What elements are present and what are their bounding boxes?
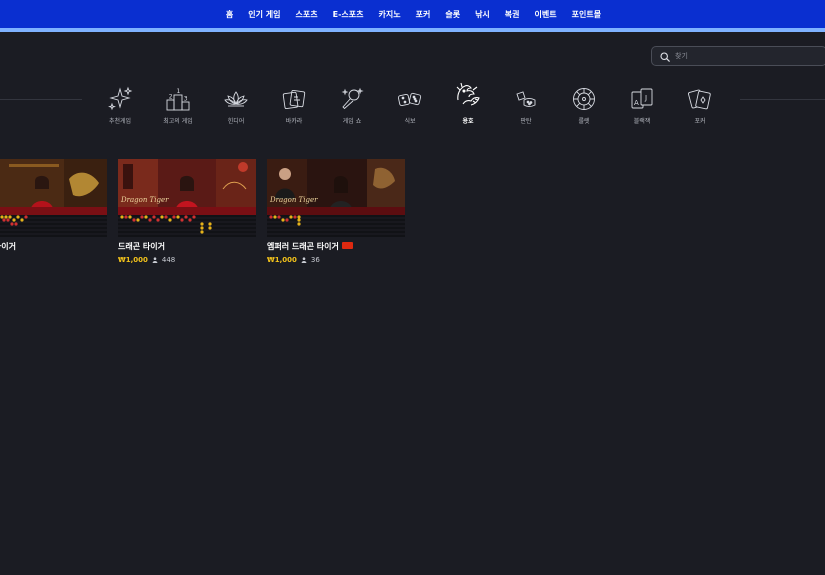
nav-slots[interactable]: 슬롯: [438, 9, 468, 20]
search-box[interactable]: [651, 46, 825, 66]
podium-icon: 1 2 3: [165, 86, 191, 112]
game-title: 엠퍼러 드래곤 타이거: [267, 241, 405, 252]
min-bet: ₩1,000: [267, 256, 297, 264]
nav-esports[interactable]: E-스포츠: [325, 9, 371, 20]
svg-text:A: A: [634, 99, 639, 107]
baccarat-icon: [281, 86, 307, 112]
category-label: 식보: [404, 118, 416, 125]
category-game-show[interactable]: 게임 쇼: [323, 80, 381, 128]
svg-text:3: 3: [184, 96, 188, 103]
category-dragon-tiger[interactable]: 용호: [439, 80, 497, 128]
category-label: 추천게임: [108, 118, 132, 125]
dragon-tiger-icon: [453, 80, 483, 110]
game-thumbnail: Dragon Tiger: [118, 159, 256, 237]
category-baccarat[interactable]: 바카라: [265, 80, 323, 128]
category-label: 판탄: [520, 118, 532, 125]
category-label: 힌디어: [227, 118, 245, 125]
player-count: 36: [310, 256, 320, 264]
sparkles-icon: [107, 86, 133, 112]
lotus-icon: [223, 86, 249, 112]
category-label: 룰렛: [578, 118, 590, 125]
nav-casino[interactable]: 카지노: [371, 9, 408, 20]
category-fantan[interactable]: 판탄: [497, 80, 555, 128]
china-flag-icon: [341, 242, 353, 249]
category-label: 포커: [694, 118, 706, 125]
user-icon: [301, 257, 307, 263]
player-count: 448: [161, 256, 176, 264]
category-bar: 추천게임 1 2 3 최고의 게임 힌디어 바카라 게임 쇼 식보 용호 판탄 …: [91, 80, 731, 128]
category-hindi[interactable]: 힌디어: [207, 80, 265, 128]
bead-road: [267, 215, 405, 237]
category-roulette[interactable]: 룰렛: [555, 80, 613, 128]
dice-icon: [397, 86, 423, 112]
svg-text:1: 1: [177, 88, 181, 95]
roulette-icon: [571, 86, 597, 112]
game-meta: ₩1,000 36: [267, 256, 405, 264]
fantan-icon: [513, 86, 539, 112]
nav-home[interactable]: 홈: [218, 9, 240, 20]
category-label: 블랙잭: [633, 118, 651, 125]
user-icon: [152, 257, 158, 263]
game-card-emperor-dragon-tiger[interactable]: Dragon Tiger 엠퍼러 드래곤 타이거 ₩1,000 36: [267, 159, 405, 264]
nav-poker[interactable]: 포커: [408, 9, 438, 20]
category-label: 용호: [462, 118, 474, 125]
nav-sports[interactable]: 스포츠: [288, 9, 325, 20]
poker-icon: [687, 86, 713, 112]
nav-popular-games[interactable]: 인기 게임: [241, 9, 288, 20]
svg-text:J: J: [644, 94, 647, 102]
category-poker[interactable]: 포커: [671, 80, 729, 128]
game-thumbnail: [0, 159, 107, 237]
category-blackjack[interactable]: A J 블랙잭: [613, 80, 671, 128]
game-card-dragon-tiger-2[interactable]: Dragon Tiger 드래곤 타이거 ₩1,000 448: [118, 159, 256, 264]
game-title: 드래곤 타이거: [118, 242, 165, 251]
accent-bar: [0, 28, 825, 32]
game-thumbnail: Dragon Tiger: [267, 159, 405, 237]
divider-right: [740, 99, 825, 100]
game-card-dragon-tiger-1[interactable]: 드래곤 타이거 314: [0, 159, 107, 264]
category-label: 바카라: [285, 118, 303, 125]
category-recommended[interactable]: 추천게임: [91, 80, 149, 128]
bead-road: [118, 215, 256, 237]
game-meta: 314: [0, 256, 107, 264]
game-title-text: 엠퍼러 드래곤 타이거: [267, 242, 339, 251]
game-title: 드래곤 타이거: [0, 242, 16, 251]
nav-events[interactable]: 이벤트: [527, 9, 564, 20]
search-icon: [660, 47, 670, 66]
game-meta: ₩1,000 448: [118, 256, 256, 264]
microphone-icon: [339, 86, 365, 112]
category-top-games[interactable]: 1 2 3 최고의 게임: [149, 80, 207, 128]
top-navigation: 홈 인기 게임 스포츠 E-스포츠 카지노 포커 슬롯 낚시 복권 이벤트 포인…: [0, 0, 825, 28]
blackjack-icon: A J: [629, 86, 655, 112]
bead-road: [0, 215, 107, 237]
nav-fishing[interactable]: 낚시: [468, 9, 498, 20]
nav-lottery[interactable]: 복권: [497, 9, 527, 20]
category-sicbo[interactable]: 식보: [381, 80, 439, 128]
svg-text:2: 2: [169, 94, 173, 101]
divider-left: [0, 99, 82, 100]
search-input[interactable]: [675, 52, 815, 60]
category-label: 최고의 게임: [163, 118, 193, 125]
category-label: 게임 쇼: [342, 118, 362, 125]
min-bet: ₩1,000: [118, 256, 148, 264]
nav-point-mall[interactable]: 포인트몰: [564, 9, 608, 20]
